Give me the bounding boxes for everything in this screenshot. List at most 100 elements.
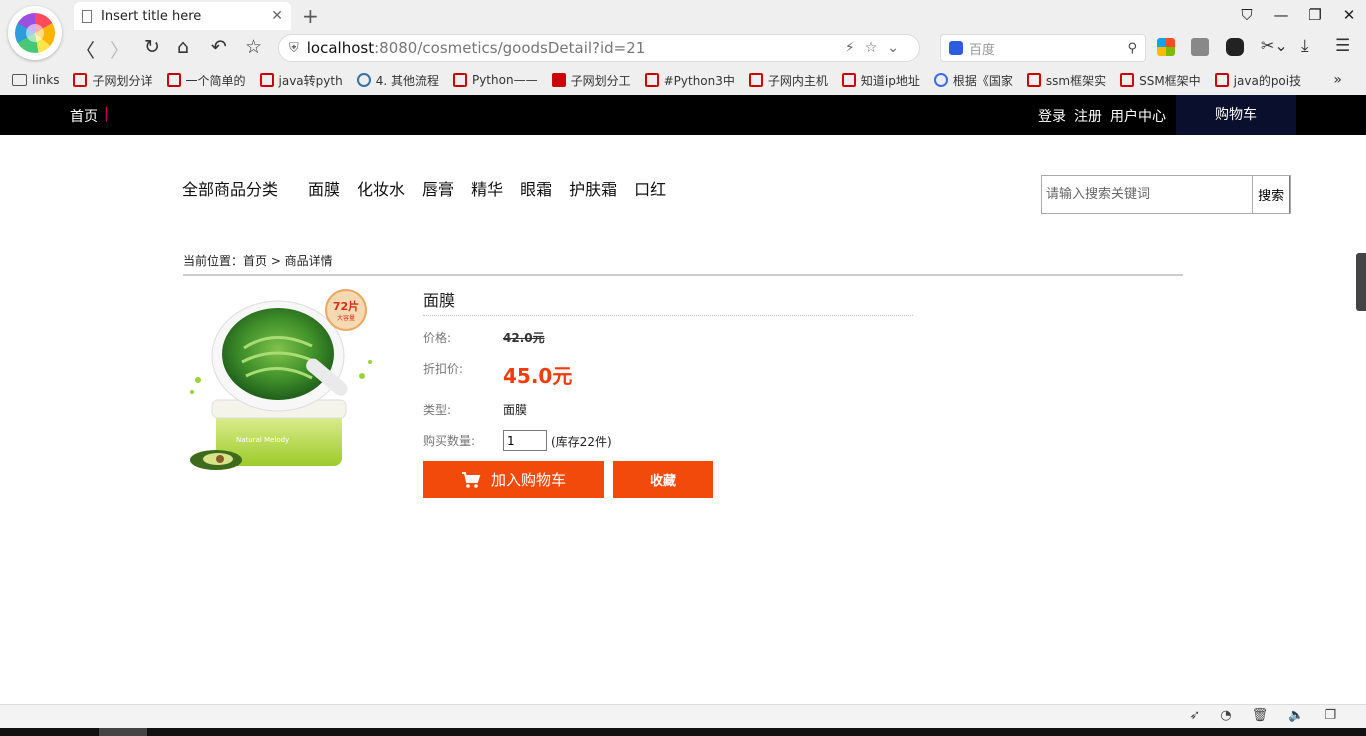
bookmark-item[interactable]: 子网划分详 <box>73 72 153 89</box>
csdn-icon <box>1026 73 1041 87</box>
bookmark-item[interactable]: 根据《国家 <box>933 72 1013 89</box>
browser-tab[interactable]: Insert title here ✕ <box>74 2 291 30</box>
home-icon[interactable]: ⌂ <box>177 36 189 58</box>
breadcrumb: 当前位置：首页 > 商品详情 <box>183 254 333 268</box>
bookmark-item[interactable]: links <box>12 73 59 87</box>
category-mask[interactable]: 面膜 <box>308 176 340 200</box>
extension-icon[interactable] <box>1191 38 1209 56</box>
nav-row: 〈 〉 ↻ ⌂ ↶ ☆ ⛨ localhost:8080/cosmetics/g… <box>0 32 1366 64</box>
bookmark-item[interactable]: 一个简单的 <box>166 72 246 89</box>
category-skin-cream[interactable]: 护肤霜 <box>569 176 617 200</box>
page-icon <box>82 9 92 23</box>
url-path: :8080/cosmetics/goodsDetail?id=21 <box>374 39 646 57</box>
apps-icon[interactable] <box>1157 38 1175 56</box>
new-tab-icon[interactable]: + <box>302 4 319 28</box>
address-actions-icon[interactable]: ⚡☆⌄ <box>845 40 909 56</box>
bookmark-item[interactable]: java的poi技 <box>1214 72 1301 89</box>
bookmark-item[interactable]: ssm框架实 <box>1026 72 1106 89</box>
svg-text:Natural Melody: Natural Melody <box>236 436 289 444</box>
back-icon[interactable]: 〈 <box>76 36 95 63</box>
restore-icon[interactable]: ❐ <box>1298 6 1332 24</box>
scissors-icon[interactable]: ✂⌄ <box>1261 36 1288 55</box>
csdn-icon <box>259 73 274 87</box>
cart-icon <box>461 471 481 488</box>
shirt-icon[interactable]: ⛉ <box>1230 6 1264 24</box>
speed-icon[interactable]: ◔ <box>1220 708 1231 723</box>
forward-icon[interactable]: 〉 <box>110 36 129 63</box>
all-categories[interactable]: 全部商品分类 <box>182 176 278 200</box>
side-panel-handle[interactable] <box>1356 253 1366 311</box>
baidu-icon <box>949 41 963 55</box>
cart-link[interactable]: 购物车 <box>1176 95 1296 135</box>
search-input[interactable] <box>1042 176 1253 213</box>
volume-icon[interactable]: 🔈 <box>1288 708 1304 723</box>
bookmark-item[interactable]: #Python3中 <box>644 72 735 89</box>
csdn-icon <box>841 73 856 87</box>
add-to-cart-button[interactable]: 加入购物车 <box>423 461 604 498</box>
csdn-icon <box>1214 73 1229 87</box>
rocket-icon[interactable]: ➶ <box>1189 708 1200 723</box>
tab-title: Insert title here <box>101 8 202 24</box>
window-controls: ⛉ — ❐ ✕ <box>1230 0 1366 30</box>
category-lip-balm[interactable]: 唇膏 <box>422 176 454 200</box>
bookmarks-more-icon[interactable]: » <box>1333 72 1342 88</box>
csdn-icon <box>748 73 763 87</box>
discount-label: 折扣价: <box>423 362 464 376</box>
star-icon[interactable]: ☆ <box>245 36 262 58</box>
address-bar[interactable]: ⛨ localhost:8080/cosmetics/goodsDetail?i… <box>278 34 920 62</box>
register-link[interactable]: 注册 <box>1074 106 1102 126</box>
quantity-label: 购买数量: <box>423 434 476 448</box>
add-to-cart-label: 加入购物车 <box>490 472 566 489</box>
type-label: 类型: <box>423 403 452 417</box>
category-essence[interactable]: 精华 <box>471 176 503 200</box>
quantity-input[interactable] <box>503 430 547 451</box>
close-window-icon[interactable]: ✕ <box>1332 6 1366 24</box>
bookmark-item[interactable]: 子网内主机 <box>748 72 828 89</box>
site-topbar: 首页 | 登录 注册 用户中心 购物车 <box>0 95 1366 135</box>
login-link[interactable]: 登录 <box>1038 106 1066 126</box>
python-icon <box>356 73 371 87</box>
download-icon[interactable]: ⤓ <box>1301 36 1309 56</box>
csdn-icon <box>166 73 181 87</box>
bookmark-item[interactable]: java转pyth <box>259 72 343 89</box>
browser-search-placeholder: 百度 <box>969 42 996 58</box>
taskbar <box>0 728 1366 736</box>
url-host: localhost <box>306 39 375 57</box>
browser-chrome: Insert title here ✕ + ⛉ — ❐ ✕ 〈 〉 ↻ ⌂ ↶ … <box>0 0 1366 95</box>
category-toner[interactable]: 化妆水 <box>357 176 405 200</box>
product-image: Natural Melody 72片 大容量 <box>190 289 372 470</box>
menu-icon[interactable]: ☰ <box>1335 36 1350 56</box>
taskbar-active-item[interactable] <box>99 728 147 736</box>
search-button[interactable]: 搜索 <box>1252 176 1290 213</box>
seal-icon <box>551 73 566 87</box>
user-center-link[interactable]: 用户中心 <box>1110 106 1166 126</box>
bookmark-item[interactable]: Python—— <box>452 73 538 87</box>
close-tab-icon[interactable]: ✕ <box>271 8 283 24</box>
bookmarks-bar: links 子网划分详 一个简单的 java转pyth 4. 其他流程 Pyth… <box>0 66 1366 94</box>
favorite-button[interactable]: 收藏 <box>613 461 713 498</box>
svg-text:72片: 72片 <box>333 299 359 313</box>
discount-price: 45.0元 <box>503 364 573 388</box>
csdn-icon <box>452 73 467 87</box>
stock-info: (库存22件) <box>551 435 612 449</box>
bookmark-item[interactable]: 子网划分工 <box>551 72 631 89</box>
user-links: 登录 注册 用户中心 <box>1038 106 1166 126</box>
bookmark-item[interactable]: SSM框架中 <box>1120 72 1201 89</box>
category-eye-cream[interactable]: 眼霜 <box>520 176 552 200</box>
home-link[interactable]: 首页 <box>70 106 98 126</box>
search-icon[interactable]: ⚲ <box>1127 41 1137 56</box>
category-nav: 全部商品分类 面膜 化妆水 唇膏 精华 眼霜 护肤霜 口红 <box>182 176 683 200</box>
reload-icon[interactable]: ↻ <box>144 36 160 58</box>
bookmark-item[interactable]: 4. 其他流程 <box>356 72 439 89</box>
window-icon[interactable]: ❐ <box>1324 708 1336 723</box>
browser-search[interactable]: 百度 ⚲ <box>940 34 1146 62</box>
bookmark-item[interactable]: 知道ip地址 <box>841 72 920 89</box>
divider <box>183 274 1183 276</box>
minimize-icon[interactable]: — <box>1264 6 1298 24</box>
q-icon <box>933 73 948 87</box>
trash-icon[interactable]: 🗑 <box>1252 708 1269 723</box>
topbar-separator: | <box>104 106 109 122</box>
undo-icon[interactable]: ↶ <box>211 36 227 58</box>
category-lipstick[interactable]: 口红 <box>634 176 666 200</box>
game-icon[interactable] <box>1226 38 1244 56</box>
